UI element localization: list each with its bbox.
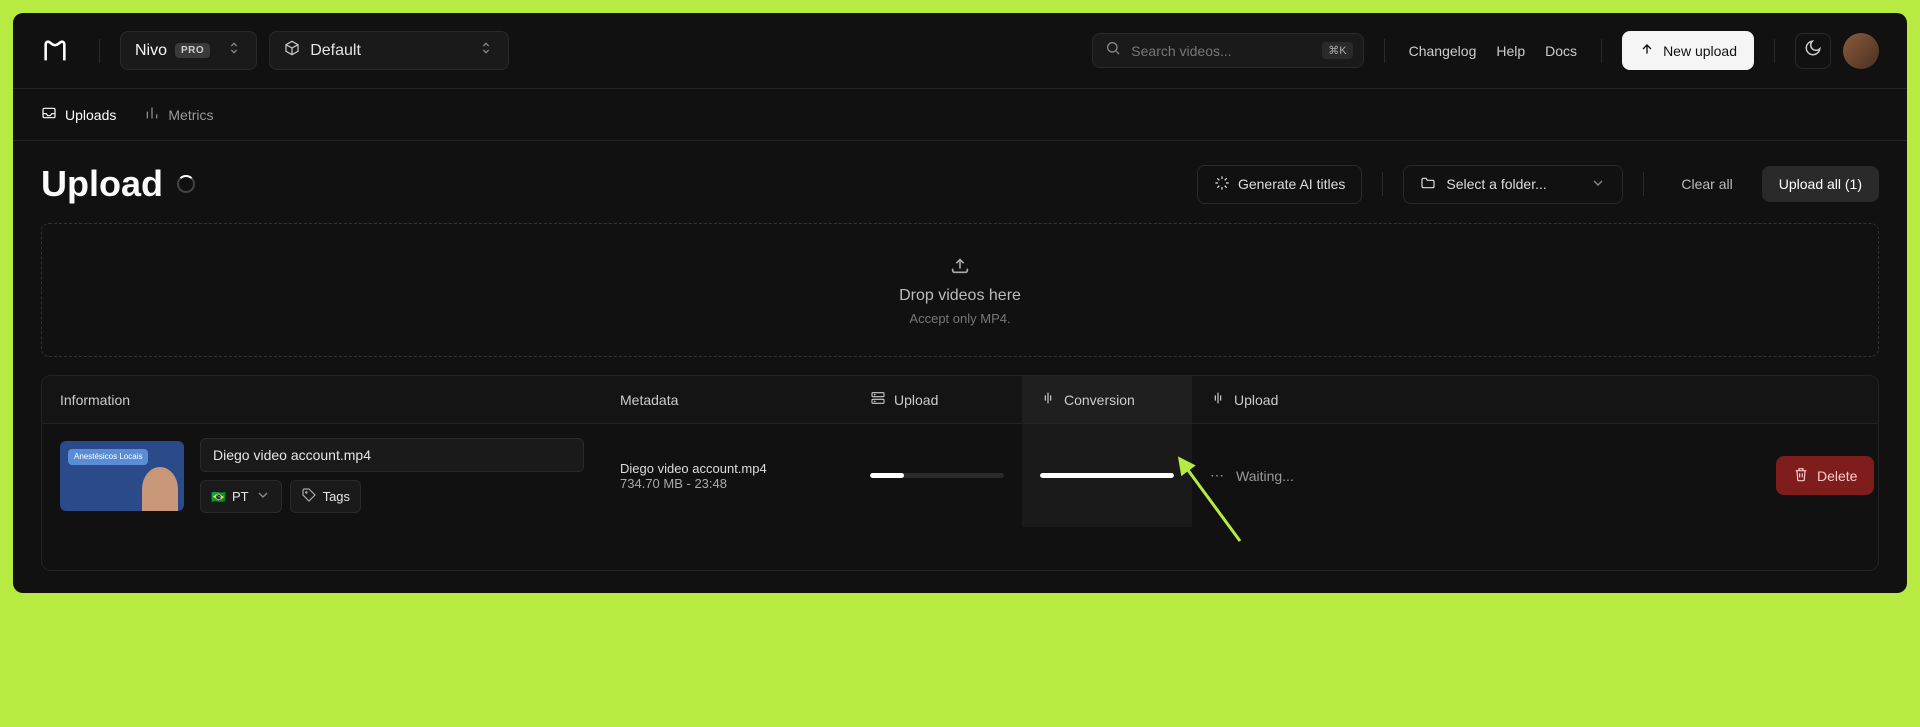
conversion-progress-fill [1040,473,1174,478]
video-thumbnail[interactable]: Anestésicos Locais [60,441,184,511]
col-actions [1758,376,1878,423]
theme-toggle[interactable] [1795,33,1831,69]
dropzone-title: Drop videos here [899,287,1021,305]
chevron-down-icon [1590,175,1606,194]
inbox-icon [41,105,57,124]
language-select[interactable]: 🇧🇷 PT [200,480,282,513]
loading-spinner-icon [177,175,195,193]
table-row: Anestésicos Locais 🇧🇷 PT [42,424,1878,527]
delete-button[interactable]: Delete [1776,456,1874,495]
moon-icon [1804,39,1822,62]
col-conversion-label: Conversion [1064,392,1135,408]
chevron-updown-icon [226,40,242,61]
divider [1601,39,1602,63]
col-conversion: Conversion [1022,376,1192,423]
docs-link[interactable]: Docs [1541,37,1581,65]
divider [1774,39,1775,63]
cube-icon [284,40,300,61]
generate-ai-titles-label: Generate AI titles [1238,176,1345,192]
server-icon [870,390,886,409]
user-avatar[interactable] [1843,33,1879,69]
changelog-link[interactable]: Changelog [1405,37,1481,65]
col-upload-label: Upload [894,392,938,408]
upload-icon [1639,41,1655,60]
divider [99,39,100,63]
language-label: PT [232,489,249,504]
col-metadata: Metadata [602,376,852,423]
help-link[interactable]: Help [1492,37,1529,65]
conversion-progress [1040,473,1174,478]
metadata-size: 734.70 MB [620,476,683,491]
flag-icon: 🇧🇷 [211,490,226,504]
sparkle-icon [1214,175,1230,194]
tag-icon [301,487,317,506]
nav-uploads-label: Uploads [65,107,116,123]
generate-ai-titles-button[interactable]: Generate AI titles [1197,165,1362,204]
col-upload2: Upload [1192,376,1758,423]
workspace-name: Nivo [135,42,167,60]
dots-icon: ⋯ [1210,467,1226,484]
metadata-filename: Diego video account.mp4 [620,461,834,476]
project-name: Default [310,42,361,60]
filename-input[interactable] [200,438,584,472]
select-folder-dropdown[interactable]: Select a folder... [1403,165,1623,204]
upload-progress-fill [870,473,904,478]
upload-progress [870,473,1004,478]
upload-all-button[interactable]: Upload all (1) [1762,166,1879,202]
trash-icon [1793,466,1809,485]
waveform-icon [1040,390,1056,409]
col-information: Information [42,376,602,423]
new-upload-button[interactable]: New upload [1622,31,1754,70]
chevron-down-icon [255,487,271,506]
thumbnail-person [142,467,178,511]
search-shortcut: ⌘K [1322,42,1352,59]
thumbnail-title: Anestésicos Locais [68,449,148,466]
page-title: Upload [41,163,163,205]
tags-label: Tags [323,489,350,504]
search-input[interactable] [1131,43,1312,59]
dropzone[interactable]: Drop videos here Accept only MP4. [41,223,1879,357]
nav-metrics-label: Metrics [168,107,213,123]
new-upload-label: New upload [1663,43,1737,59]
delete-label: Delete [1817,468,1857,484]
waveform-icon [1210,390,1226,409]
divider [1382,172,1383,196]
workspace-selector[interactable]: Nivo PRO [120,31,257,70]
metadata-duration: 23:48 [694,476,727,491]
nav-metrics[interactable]: Metrics [144,105,213,124]
nav-uploads[interactable]: Uploads [41,105,116,124]
folder-icon [1420,175,1436,194]
divider [1643,172,1644,196]
clear-all-button[interactable]: Clear all [1664,166,1749,202]
tags-button[interactable]: Tags [290,480,361,513]
chevron-updown-icon [478,40,494,61]
upload-status: Waiting... [1236,468,1294,484]
dropzone-subtitle: Accept only MP4. [909,311,1010,326]
col-upload2-label: Upload [1234,392,1278,408]
search-icon [1105,40,1121,61]
col-upload: Upload [852,376,1022,423]
select-folder-label: Select a folder... [1446,176,1546,192]
chart-icon [144,105,160,124]
upload-cloud-icon [949,254,971,281]
app-logo[interactable] [41,37,69,65]
project-selector[interactable]: Default [269,31,509,70]
search-box[interactable]: ⌘K [1092,33,1363,68]
pro-badge: PRO [175,43,210,58]
divider [1384,39,1385,63]
